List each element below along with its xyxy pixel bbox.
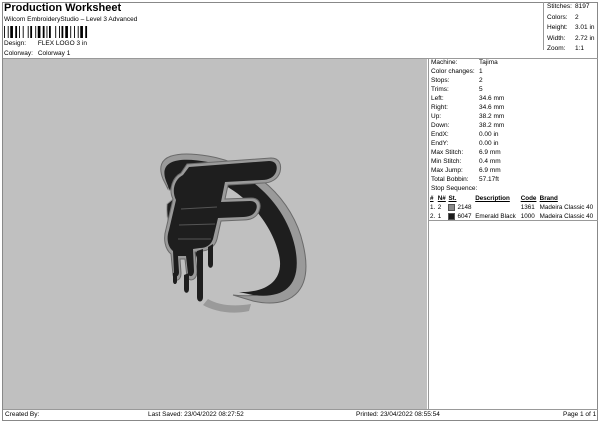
top-stats: Stitches: 8197 Colors: 2 Height: 3.01 in Wi… bbox=[543, 2, 597, 52]
row-num: 1. bbox=[430, 204, 436, 211]
stat-zoom: Zoom: 1:1 bbox=[547, 45, 585, 52]
prop-stops: Stops: 2 bbox=[431, 77, 483, 84]
stop-sequence-heading: Stop Sequence: bbox=[431, 185, 478, 192]
flex-logo bbox=[160, 153, 307, 313]
row-brand: Madeira Classic 40 bbox=[539, 204, 594, 211]
footer-created-by: Created By: bbox=[5, 411, 40, 418]
color-swatch bbox=[448, 203, 456, 211]
page-title: Production Worksheet bbox=[4, 2, 122, 14]
stat-height: Height: 3.01 in bbox=[547, 24, 595, 31]
stat-stitches: Stitches: 8197 bbox=[547, 3, 590, 10]
footer-last-saved: Last Saved: 23/04/2022 08:27:52 bbox=[148, 411, 244, 418]
barcode bbox=[4, 26, 88, 38]
prop-max-stitch: Max Stitch: 6.9 mm bbox=[431, 149, 501, 156]
design-row: Design: FLEX LOGO 3 in bbox=[4, 40, 87, 47]
prop-right: Right: 34.6 mm bbox=[431, 104, 505, 111]
prop-max-jump: Max Jump: 6.9 mm bbox=[431, 167, 501, 174]
row-stitches-cell: 2148 bbox=[447, 203, 474, 212]
properties-panel: Machine: Tajima Color changes: 1 Stops: 2 T… bbox=[428, 59, 598, 409]
prop-endx: EndX: 0.00 in bbox=[431, 131, 499, 138]
col-brand: Brand bbox=[539, 195, 558, 202]
colorway-row: Colorway: Colorway 1 bbox=[4, 50, 70, 57]
prop-down: Down: 38.2 mm bbox=[431, 122, 505, 129]
stat-width: Width: 2.72 in bbox=[547, 34, 595, 42]
table-row: 1. 2 2148 1361 Madeira Classic 40 bbox=[429, 203, 598, 212]
stat-colors: Colors: 2 bbox=[547, 13, 579, 21]
prop-left: Left: 34.6 mm bbox=[431, 95, 505, 102]
prop-total-bobbin: Total Bobbin: 57.17ft bbox=[431, 176, 499, 183]
prop-trims: Trims: 5 bbox=[431, 86, 483, 93]
row-description bbox=[474, 203, 520, 212]
footer-page: Page 1 of 1 bbox=[563, 411, 597, 418]
col-stitches: St. bbox=[448, 195, 457, 202]
prop-color-changes: Color changes: 1 bbox=[431, 68, 483, 75]
col-num: # bbox=[430, 195, 434, 202]
design-label: Design: bbox=[4, 40, 27, 47]
colorway-value: Colorway 1 bbox=[37, 50, 71, 57]
stop-sequence-header-row: # N# St. Description Code Brand bbox=[429, 194, 598, 203]
footer-printed: Printed: 23/04/2022 08:55:54 bbox=[356, 411, 440, 418]
software-subtitle: Wilcom EmbroideryStudio – Level 3 Advanc… bbox=[4, 16, 138, 23]
col-code: Code bbox=[520, 195, 537, 202]
stop-sequence-table: # N# St. Description Code Brand 1. 2 214… bbox=[429, 194, 598, 221]
row-needle: 2 bbox=[437, 204, 442, 211]
row-stitches: 2148 bbox=[457, 204, 472, 212]
prop-up: Up: 38.2 mm bbox=[431, 113, 505, 120]
stop-sequence-divider bbox=[429, 220, 598, 221]
prop-machine: Machine: Tajima bbox=[431, 59, 498, 66]
prop-min-stitch: Min Stitch: 0.4 mm bbox=[431, 158, 501, 165]
design-value: FLEX LOGO 3 in bbox=[37, 40, 87, 47]
footer-divider bbox=[3, 409, 598, 410]
row-code: 1361 bbox=[520, 204, 535, 211]
col-description: Description bbox=[475, 195, 510, 202]
design-preview bbox=[3, 59, 427, 409]
color-swatch bbox=[448, 212, 456, 220]
colorway-label: Colorway: bbox=[4, 50, 33, 57]
col-needle: N# bbox=[437, 195, 446, 202]
prop-endy: EndY: 0.00 in bbox=[431, 140, 499, 147]
